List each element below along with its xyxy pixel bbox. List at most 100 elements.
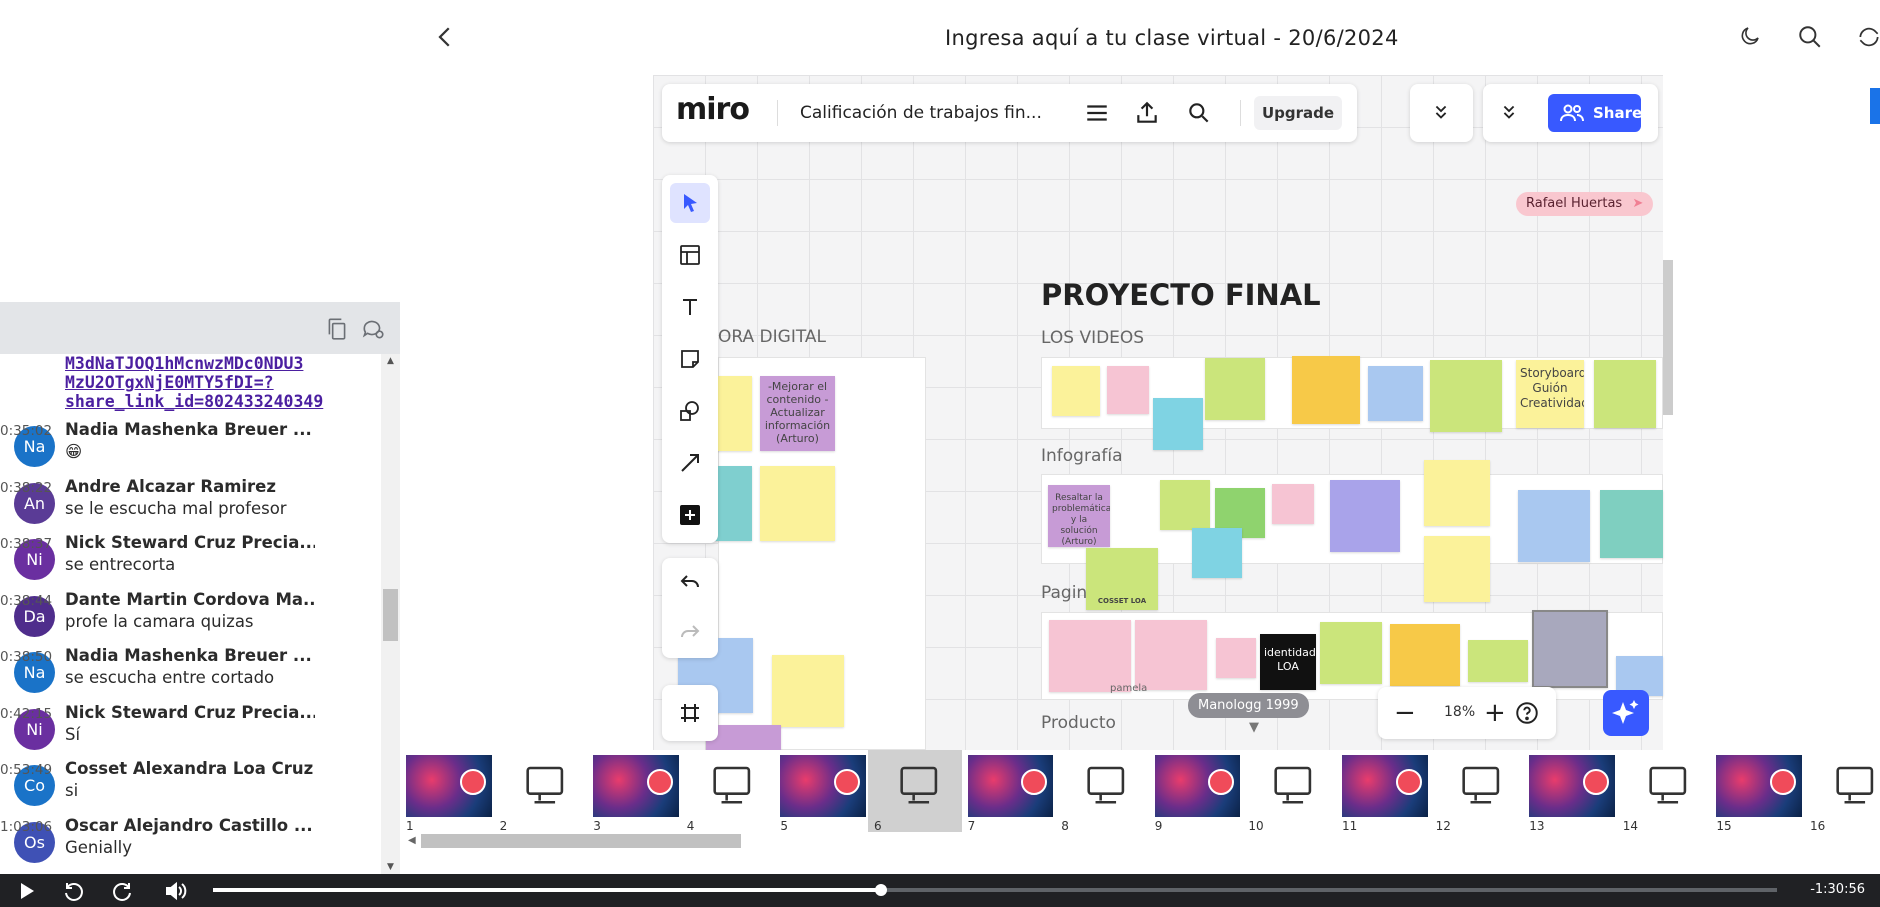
- sticky-note[interactable]: [1320, 622, 1382, 684]
- copy-icon[interactable]: [324, 316, 350, 342]
- slide-thumbnail[interactable]: 10: [1242, 750, 1336, 832]
- sticky-note[interactable]: [1135, 620, 1207, 690]
- sticky-note[interactable]: [1160, 480, 1210, 530]
- search-icon[interactable]: [1797, 24, 1823, 50]
- help-icon[interactable]: [1514, 700, 1540, 730]
- progress-knob[interactable]: [874, 884, 887, 896]
- sticky-note[interactable]: [1518, 490, 1590, 562]
- forward-icon[interactable]: [110, 879, 134, 903]
- scroll-down-icon[interactable]: ▼: [381, 860, 400, 874]
- export-icon[interactable]: [1134, 100, 1160, 126]
- sticky-note[interactable]: [1272, 484, 1314, 524]
- template-tool-icon[interactable]: [670, 235, 710, 275]
- slide-thumbnail[interactable]: 16: [1804, 750, 1880, 832]
- progress-bar[interactable]: [213, 884, 1777, 896]
- sticky-note[interactable]: [712, 466, 752, 541]
- sticky-cosset[interactable]: COSSET LOA: [1086, 548, 1158, 610]
- sticky-note[interactable]: [1292, 356, 1360, 424]
- slide-thumbnail[interactable]: 15: [1710, 750, 1804, 832]
- slide-thumbnail[interactable]: 14: [1617, 750, 1711, 832]
- slide-thumbnail[interactable]: 2: [494, 750, 588, 832]
- sticky-note[interactable]: [1049, 620, 1131, 692]
- board-name[interactable]: Calificación de trabajos fin...: [800, 103, 1042, 123]
- slide-thumbnail[interactable]: 13: [1523, 750, 1617, 832]
- undo-icon[interactable]: [670, 562, 710, 602]
- sticky-note[interactable]: [1600, 490, 1663, 558]
- sticky-note[interactable]: [1594, 360, 1656, 428]
- search-icon[interactable]: [1186, 100, 1212, 126]
- sticky-note[interactable]: [1216, 638, 1256, 678]
- chat-settings-icon[interactable]: [360, 316, 386, 342]
- sticky-note[interactable]: [1107, 366, 1149, 414]
- text-tool-icon[interactable]: [670, 287, 710, 327]
- slide-number: 15: [1716, 819, 1732, 832]
- sticky-note[interactable]: [1468, 640, 1528, 682]
- slide-thumbnail[interactable]: 7: [962, 750, 1056, 832]
- sticky-note[interactable]: [1532, 610, 1608, 688]
- link-line[interactable]: MzU2OTgxNjE0MTY5fDI=?: [65, 373, 375, 392]
- chat-link[interactable]: M3dNaTJOQ1hMcnwzMDc0NDU3 MzU2OTgxNjE0MTY…: [65, 354, 375, 411]
- sticky-storyboard[interactable]: Storyboard Guión Creatividad: [1516, 360, 1584, 428]
- slide-thumbnail[interactable]: 11: [1336, 750, 1430, 832]
- sticky-note[interactable]: [1368, 366, 1423, 421]
- sticky-note[interactable]: [712, 376, 752, 451]
- dark-mode-icon[interactable]: [1738, 24, 1764, 50]
- sticky-identidad[interactable]: identidad LOA: [1260, 634, 1316, 690]
- slide-thumbnail[interactable]: 3: [587, 750, 681, 832]
- select-tool-icon[interactable]: [670, 183, 710, 223]
- chevron-double-down-icon[interactable]: [1430, 101, 1452, 127]
- scroll-up-icon[interactable]: ▲: [381, 354, 400, 368]
- thumbnails-scroll-thumb[interactable]: [421, 834, 741, 848]
- zoom-out-button[interactable]: −: [1394, 699, 1416, 727]
- scroll-left-icon[interactable]: ◀: [408, 832, 416, 850]
- miro-history-panel: [662, 558, 718, 658]
- sticky-note[interactable]: [1192, 528, 1242, 578]
- chat-scroll-thumb[interactable]: [383, 589, 398, 641]
- add-tool-icon[interactable]: [670, 495, 710, 535]
- redo-icon[interactable]: [670, 612, 710, 652]
- sticky-note[interactable]: [1153, 398, 1203, 450]
- rewind-icon[interactable]: [62, 879, 86, 903]
- sticky-note[interactable]: [1052, 366, 1100, 416]
- upgrade-button[interactable]: Upgrade: [1254, 96, 1342, 130]
- link-line[interactable]: share_link_id=802433240349: [65, 392, 375, 411]
- shapes-tool-icon[interactable]: [670, 391, 710, 431]
- back-button[interactable]: [430, 22, 460, 52]
- side-tab[interactable]: [1870, 88, 1880, 124]
- sticky-note[interactable]: [1424, 460, 1490, 526]
- link-line[interactable]: M3dNaTJOQ1hMcnwzMDc0NDU3: [65, 354, 375, 373]
- slide-thumbnail[interactable]: 6: [868, 750, 962, 832]
- volume-icon[interactable]: [163, 879, 187, 903]
- connector-tool-icon[interactable]: [670, 443, 710, 483]
- section-infografia: Infografía: [1041, 446, 1123, 466]
- slide-number: 4: [686, 819, 695, 832]
- chat-scrollbar[interactable]: ▲ ▼: [381, 354, 400, 874]
- slide-thumbnail[interactable]: 1: [400, 750, 494, 832]
- thumbnails-scrollbar[interactable]: ◀: [400, 832, 1880, 850]
- sticky-note[interactable]: [1390, 624, 1460, 686]
- share-button[interactable]: Share: [1548, 94, 1642, 132]
- slide-thumbnail[interactable]: 5: [774, 750, 868, 832]
- sticky-note[interactable]: [1330, 480, 1400, 552]
- miro-logo[interactable]: miro: [676, 92, 750, 127]
- refresh-icon[interactable]: [1856, 24, 1880, 50]
- slide-thumbnail[interactable]: 4: [681, 750, 775, 832]
- board-scrollbar[interactable]: [1663, 260, 1673, 415]
- frame-icon[interactable]: [670, 693, 710, 733]
- sticky-note[interactable]: [772, 655, 844, 727]
- sticky-note[interactable]: [760, 466, 835, 541]
- sticky-note-tool-icon[interactable]: [670, 339, 710, 379]
- slide-thumbnail[interactable]: 12: [1430, 750, 1524, 832]
- sticky-note[interactable]: [1424, 536, 1490, 602]
- sticky-note[interactable]: [1430, 360, 1502, 432]
- chevron-double-down-icon[interactable]: [1498, 101, 1520, 127]
- ai-assistant-button[interactable]: [1603, 690, 1649, 736]
- sticky-note[interactable]: -Mejorar el contenido -Actualizar inform…: [760, 376, 835, 451]
- menu-icon[interactable]: [1084, 100, 1110, 126]
- sticky-resaltar[interactable]: Resaltar la problemática y la solución (…: [1048, 485, 1110, 547]
- play-button[interactable]: [14, 879, 38, 903]
- slide-thumbnail[interactable]: 8: [1055, 750, 1149, 832]
- sticky-note[interactable]: [1205, 358, 1265, 420]
- slide-thumbnail[interactable]: 9: [1149, 750, 1243, 832]
- zoom-in-button[interactable]: +: [1484, 699, 1506, 727]
